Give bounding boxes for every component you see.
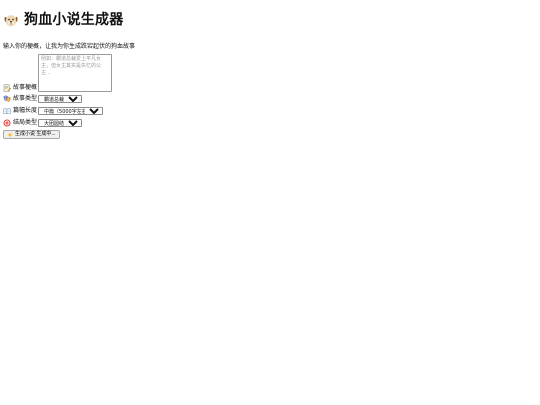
target-icon <box>3 119 11 127</box>
generate-button-label: 生成小说 生成中... <box>15 131 56 137</box>
length-label-text: 篇幅长度 <box>13 107 38 114</box>
app-page: 狗血小说生成器 输入你的梗概，让我为你生成跌宕起伏的狗血故事 故事梗概 例如：霸… <box>0 0 540 405</box>
ending-select[interactable]: 大团圆结局 <box>38 119 83 127</box>
ending-label: 结局类型 <box>3 119 37 127</box>
ending-row: 结局类型 大团圆结局 <box>3 118 537 128</box>
synopsis-row: 故事梗概 <box>3 54 537 92</box>
story-type-row: 故事类型 霸道总裁爱 <box>3 94 537 104</box>
memo-icon <box>3 84 11 92</box>
story-type-label-text: 故事类型 <box>13 95 38 102</box>
theater-masks-icon <box>3 95 11 103</box>
open-book-icon <box>3 107 11 115</box>
intro-text: 输入你的梗概，让我为你生成跌宕起伏的狗血故事 <box>3 43 136 50</box>
dog-face-icon <box>3 12 19 28</box>
sparkles-icon <box>7 131 13 138</box>
page-title: 狗血小说生成器 <box>24 12 124 28</box>
story-type-select[interactable]: 霸道总裁爱 <box>38 95 83 103</box>
story-form: 故事梗概 故事类型 霸道总裁爱 <box>3 54 537 140</box>
story-type-label: 故事类型 <box>3 95 37 103</box>
ending-label-text: 结局类型 <box>13 119 38 126</box>
synopsis-textarea[interactable] <box>38 54 113 92</box>
length-select[interactable]: 中篇（5000字左右） <box>38 107 104 115</box>
generate-button[interactable]: 生成小说 生成中... <box>3 130 60 139</box>
header: 狗血小说生成器 <box>3 8 537 32</box>
synopsis-label: 故事梗概 <box>3 84 37 92</box>
synopsis-label-text: 故事梗概 <box>13 84 38 91</box>
length-label: 篇幅长度 <box>3 107 37 115</box>
length-row: 篇幅长度 中篇（5000字左右） <box>3 106 537 116</box>
